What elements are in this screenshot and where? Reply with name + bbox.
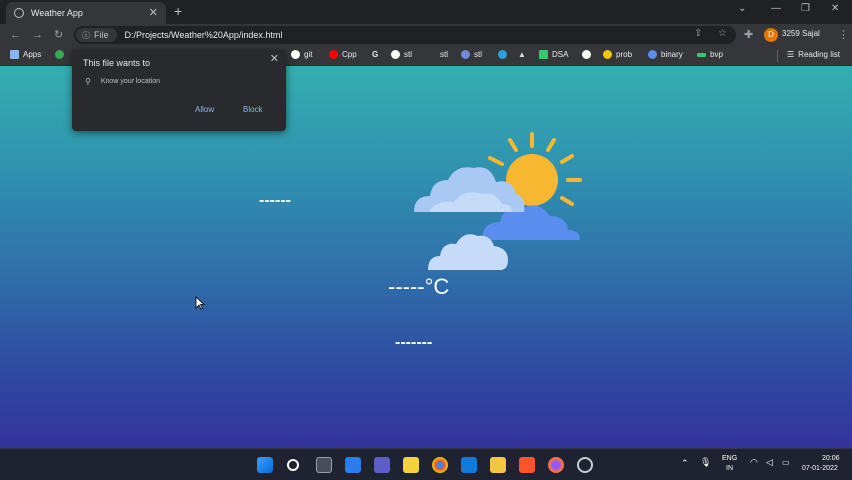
google-icon: G — [372, 50, 379, 59]
tab-search-icon[interactable]: ⌄ — [738, 3, 746, 14]
windows-start-icon[interactable] — [257, 457, 273, 473]
github-icon — [291, 50, 300, 59]
task-view-icon[interactable] — [316, 457, 332, 473]
tab-close-icon[interactable]: ✕ — [149, 6, 158, 19]
telegram-icon — [498, 50, 507, 59]
battery-icon[interactable]: ▭ — [782, 458, 790, 467]
reload-icon[interactable]: ↻ — [54, 28, 63, 42]
chevron-up-icon[interactable]: ⌃ — [681, 458, 689, 469]
reading-list[interactable]: ☰ Reading list — [787, 50, 840, 59]
permission-label: Know your location — [100, 78, 161, 85]
microphone-icon[interactable]: 🎙 — [700, 457, 711, 468]
clock-icon[interactable] — [577, 457, 593, 473]
extensions-icon[interactable]: ✚ — [744, 28, 753, 42]
volume-icon[interactable]: ◁ — [766, 457, 773, 468]
avatar[interactable]: D — [764, 28, 778, 42]
teams-chat-icon[interactable] — [374, 457, 390, 473]
bookmark-prob[interactable]: prob — [603, 50, 632, 59]
bookmark-git[interactable]: git — [291, 50, 312, 59]
address-bar[interactable]: ⓘ File D:/Projects/Weather%20App/index.h… — [74, 26, 736, 44]
allow-button[interactable]: Allow — [195, 105, 214, 114]
widgets-icon[interactable] — [345, 457, 361, 473]
weather-illustration — [414, 132, 582, 270]
popup-close-icon[interactable]: ✕ — [270, 52, 279, 65]
url-text[interactable]: D:/Projects/Weather%20App/index.html — [125, 30, 283, 40]
clock-date[interactable]: 07-01-2022 — [802, 465, 838, 472]
city-name: ------ — [259, 192, 291, 209]
github-icon — [391, 50, 400, 59]
bookmark-triangle[interactable]: ▲ — [518, 50, 526, 59]
bar-icon — [697, 52, 706, 57]
bookmark-stl-2[interactable]: stl — [440, 50, 448, 59]
bookmark-dsa[interactable]: DSA — [539, 50, 568, 59]
back-arrow-icon[interactable]: ← — [10, 28, 21, 42]
bookmark-stl-3[interactable]: stl — [461, 50, 482, 59]
popup-title: This file wants to — [83, 58, 151, 68]
mouse-cursor-icon — [195, 296, 205, 310]
bookmark-telegram[interactable] — [498, 50, 511, 59]
bookmark-bvp[interactable]: bvp — [697, 50, 723, 59]
weather-description: ------- — [395, 334, 433, 351]
permission-request: ⚲ Know your location — [85, 77, 160, 86]
reading-list-icon: ☰ — [787, 50, 795, 59]
notes-icon[interactable] — [403, 457, 419, 473]
search-icon[interactable] — [287, 459, 299, 471]
wifi-icon[interactable]: ◠ — [750, 457, 758, 468]
menu-kebab-icon[interactable]: ⋮ — [838, 28, 849, 42]
browser-tab[interactable]: Weather App ✕ — [6, 2, 166, 24]
globe-icon — [582, 50, 591, 59]
bookmark-binary[interactable]: binary — [648, 50, 683, 59]
profile-name[interactable]: 3259 Sajal — [782, 29, 820, 38]
block-button[interactable]: Block — [243, 105, 263, 114]
browser-toolbar: ← → ↻ ⓘ File D:/Projects/Weather%20App/i… — [0, 24, 852, 46]
youtube-icon — [329, 50, 338, 59]
forward-arrow-icon[interactable]: → — [32, 28, 43, 42]
clock-time[interactable]: 20:06 — [822, 455, 840, 462]
location-pin-icon: ⚲ — [85, 77, 91, 86]
bookmarks-divider — [777, 50, 778, 62]
site-info-label: File — [94, 30, 109, 40]
discord-icon — [461, 50, 470, 59]
chrome-icon[interactable] — [432, 457, 448, 473]
location-permission-popup: This file wants to ✕ ⚲ Know your locatio… — [72, 50, 286, 131]
close-window-button[interactable]: ✕ — [831, 3, 839, 14]
brave-icon[interactable] — [519, 457, 535, 473]
bookmark-google[interactable]: G — [372, 50, 378, 59]
site-info-chip[interactable]: ⓘ File — [76, 28, 117, 42]
file-explorer-icon[interactable] — [490, 457, 506, 473]
language-indicator[interactable]: ENG — [722, 455, 737, 462]
bookmark-drive[interactable] — [55, 50, 68, 59]
bookmark-apps[interactable]: Apps — [10, 50, 41, 59]
tab-title: Weather App — [31, 8, 83, 18]
info-icon: ⓘ — [82, 30, 90, 40]
mail-icon[interactable] — [461, 457, 477, 473]
minimize-button[interactable]: — — [771, 3, 781, 14]
triangle-icon: ▲ — [518, 50, 526, 59]
new-tab-button[interactable]: + — [174, 3, 182, 19]
share-icon[interactable]: ⇪ — [694, 28, 702, 39]
globe-icon — [14, 8, 24, 18]
plus-icon — [539, 50, 548, 59]
bookmark-cpp[interactable]: Cpp — [329, 50, 357, 59]
temperature-value: -----°C — [388, 274, 450, 299]
windows-taskbar: ⌃ 🎙 ENG IN ◠ ◁ ▭ 20:06 07-01-2022 — [0, 448, 852, 480]
bookmark-star-icon[interactable]: ☆ — [718, 28, 727, 39]
apps-grid-icon — [10, 50, 19, 59]
bookmark-globe[interactable] — [582, 50, 595, 59]
tab-strip: Weather App ✕ + ⌄ — ❐ ✕ — [0, 0, 852, 24]
bookmark-stl-1[interactable]: stl — [391, 50, 412, 59]
firefox-icon[interactable] — [548, 457, 564, 473]
maximize-button[interactable]: ❐ — [801, 3, 810, 14]
cloud-icon — [648, 50, 657, 59]
drive-icon — [55, 50, 64, 59]
region-indicator[interactable]: IN — [726, 465, 733, 472]
settings-icon — [603, 50, 612, 59]
